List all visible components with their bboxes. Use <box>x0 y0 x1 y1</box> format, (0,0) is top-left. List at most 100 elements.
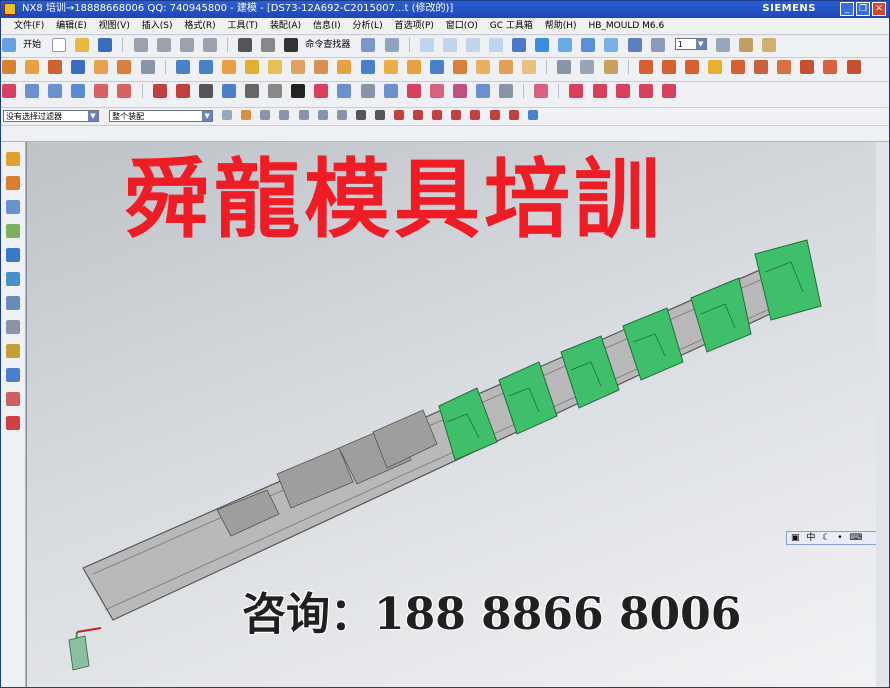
chamfer-icon[interactable] <box>268 60 283 74</box>
menu-help[interactable]: 帮助(H) <box>545 21 577 31</box>
menu-assemblies[interactable]: 装配(A) <box>270 21 301 31</box>
zoom-in-icon[interactable] <box>465 38 480 52</box>
right-scroll-strip[interactable] <box>876 142 890 688</box>
arc-icon[interactable] <box>175 84 190 98</box>
mold-tool-icon[interactable] <box>823 60 838 74</box>
selection-scope-select[interactable]: 整个装配 ▼ <box>109 110 214 122</box>
boss-icon[interactable] <box>140 60 155 74</box>
menu-hb-mould[interactable]: HB_MOULD M6.6 <box>588 21 664 31</box>
mold-tool-icon[interactable] <box>708 60 722 74</box>
manufacturing-wizard-icon[interactable] <box>6 344 20 358</box>
bridge-curve-icon[interactable] <box>337 84 352 98</box>
ime-punctuation-icon[interactable]: • <box>837 533 842 543</box>
chevron-down-icon[interactable]: ▼ <box>88 111 98 121</box>
shell-icon[interactable] <box>291 60 306 74</box>
cylinder-icon[interactable] <box>94 60 109 74</box>
snap-point-icon[interactable] <box>260 110 271 120</box>
menu-analysis[interactable]: 分析(L) <box>353 21 383 31</box>
redo-icon[interactable] <box>261 38 276 52</box>
ime-keyboard-icon[interactable]: ⌨ <box>849 533 862 543</box>
move-face-icon[interactable] <box>557 60 572 74</box>
offset-face-icon[interactable] <box>429 60 444 74</box>
snap-point-icon[interactable] <box>413 110 424 120</box>
system-scenes-icon[interactable] <box>6 392 20 406</box>
edit-curve-icon[interactable] <box>592 84 607 98</box>
intersect-icon[interactable] <box>221 60 236 74</box>
replace-face-icon[interactable] <box>580 60 595 74</box>
line-icon[interactable] <box>152 84 167 98</box>
menu-view[interactable]: 视图(V) <box>99 21 130 31</box>
shaded-icon[interactable] <box>535 38 550 52</box>
snap-point-icon[interactable] <box>336 110 347 120</box>
delete-face-icon[interactable] <box>603 60 618 74</box>
join-curve-icon[interactable] <box>360 84 375 98</box>
chevron-down-icon[interactable]: ▼ <box>695 39 706 49</box>
pan-icon[interactable] <box>489 38 503 52</box>
filter-icon[interactable] <box>222 110 233 120</box>
system-materials-icon[interactable] <box>6 296 20 310</box>
static-wireframe-icon[interactable] <box>558 38 573 52</box>
sketch-feature-icon[interactable] <box>2 60 16 74</box>
scale-body-icon[interactable] <box>475 60 490 74</box>
menu-preferences[interactable]: 首选项(P) <box>394 21 433 31</box>
edit-curve-icon[interactable] <box>661 84 676 98</box>
copy-icon[interactable] <box>156 38 171 52</box>
command-finder-icon[interactable] <box>284 38 299 52</box>
trimetric-view-icon[interactable] <box>581 38 596 52</box>
new-file-icon[interactable] <box>52 38 67 52</box>
sew-icon[interactable] <box>499 60 514 74</box>
start-label[interactable]: 开始 <box>23 36 41 54</box>
divide-curve-icon[interactable] <box>383 84 398 98</box>
constraint-navigator-icon[interactable] <box>6 176 20 190</box>
open-folder-icon[interactable] <box>75 38 90 52</box>
snap-point-icon[interactable] <box>279 110 290 120</box>
snap-point-icon[interactable] <box>374 110 385 120</box>
mold-tool-icon[interactable] <box>800 60 815 74</box>
assembly-navigator-icon[interactable] <box>6 152 20 166</box>
spline-icon[interactable] <box>221 84 236 98</box>
snap-point-icon[interactable] <box>470 110 481 120</box>
project-curve-icon[interactable] <box>268 84 283 98</box>
extrude-icon[interactable] <box>25 60 40 74</box>
ime-status-bar[interactable]: ▣ 中 ☾ • ⌨ <box>786 531 884 545</box>
surface-icon[interactable] <box>48 84 63 98</box>
process-studio-icon[interactable] <box>6 320 20 334</box>
menu-window[interactable]: 窗口(O) <box>446 21 478 31</box>
split-body-icon[interactable] <box>406 60 421 74</box>
edit-object-display-icon[interactable] <box>762 38 777 52</box>
mold-tool-icon[interactable] <box>638 60 653 74</box>
mirror-icon[interactable] <box>360 60 375 74</box>
roles-icon[interactable] <box>6 368 20 382</box>
subtract-icon[interactable] <box>198 60 213 74</box>
helix-icon[interactable] <box>314 84 329 98</box>
text-icon[interactable] <box>291 84 306 98</box>
menu-format[interactable]: 格式(R) <box>184 21 215 31</box>
fit-view-icon[interactable] <box>419 38 434 52</box>
snap-point-icon[interactable] <box>432 110 443 120</box>
ime-language[interactable]: 中 <box>806 533 815 543</box>
block-icon[interactable] <box>71 60 86 74</box>
select-all-icon[interactable] <box>241 110 252 120</box>
hole-icon[interactable] <box>117 60 132 74</box>
snap-point-icon[interactable] <box>394 110 405 120</box>
ime-moon-icon[interactable]: ☾ <box>822 533 830 543</box>
selection-filter-select[interactable]: 没有选择过滤器 ▼ <box>3 110 99 122</box>
mold-tool-icon[interactable] <box>777 60 792 74</box>
work-layer-icon[interactable] <box>650 38 665 52</box>
isometric-view-icon[interactable] <box>604 38 619 52</box>
curve-icon[interactable] <box>2 84 16 98</box>
zoom-icon[interactable] <box>442 38 457 52</box>
restore-button[interactable]: ❐ <box>856 2 870 16</box>
section-curve-icon[interactable] <box>499 84 514 98</box>
layer-select[interactable]: 1 ▼ <box>674 38 707 50</box>
save-icon[interactable] <box>98 38 113 52</box>
snap-point-icon[interactable] <box>489 110 500 120</box>
menu-file[interactable]: 文件(F) <box>14 21 44 31</box>
trim-body-icon[interactable] <box>383 60 398 74</box>
thicken-icon[interactable] <box>452 60 467 74</box>
menu-information[interactable]: 信息(I) <box>313 21 341 31</box>
face-curve-icon[interactable] <box>534 84 549 98</box>
view-orientation-icon[interactable] <box>627 38 642 52</box>
delete-icon[interactable] <box>202 38 217 52</box>
surface-icon[interactable] <box>71 84 86 98</box>
